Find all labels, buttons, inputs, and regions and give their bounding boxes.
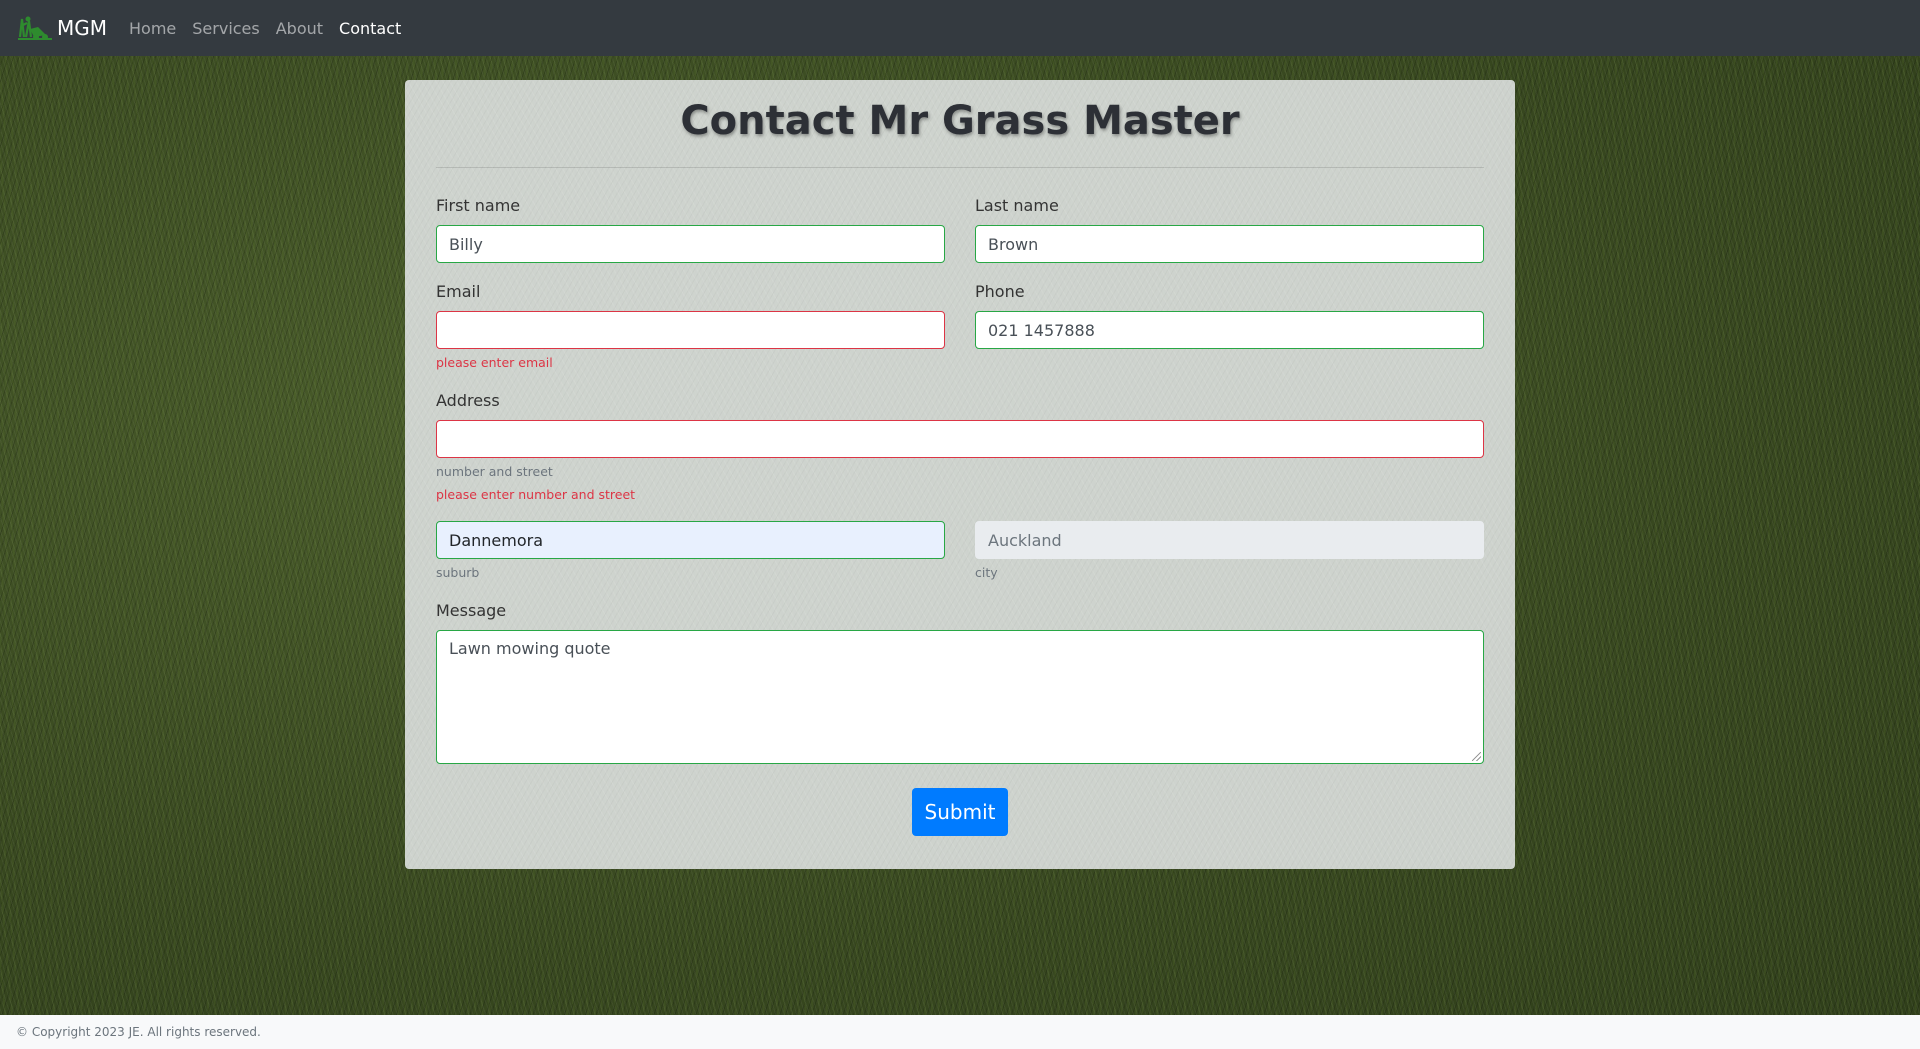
address-input[interactable]: [436, 420, 1484, 458]
email-error: please enter email: [436, 355, 553, 370]
message-textarea[interactable]: Lawn mowing quote: [436, 630, 1484, 764]
suburb-help: suburb: [436, 565, 480, 580]
last-name-label: Last name: [975, 196, 1059, 215]
page-title: Contact Mr Grass Master: [680, 98, 1240, 144]
address-help: number and street: [436, 464, 553, 479]
copyright-text: © Copyright 2023 JE. All rights reserved…: [16, 1025, 261, 1039]
address-error: please enter number and street: [436, 487, 636, 502]
address-label: Address: [436, 391, 500, 410]
navbar: MGM Home Services About Contact: [0, 0, 1920, 56]
nav-contact[interactable]: Contact: [339, 19, 401, 38]
nav-services[interactable]: Services: [192, 19, 259, 38]
divider: [436, 167, 1484, 168]
phone-input[interactable]: 021 1457888: [975, 311, 1484, 349]
contact-form-card: Contact Mr Grass Master First name Billy…: [405, 80, 1515, 869]
lawn-mower-icon: [18, 16, 52, 40]
city-input: Auckland: [975, 521, 1484, 559]
city-help: city: [975, 565, 998, 580]
brand-text: MGM: [57, 16, 108, 40]
phone-label: Phone: [975, 282, 1025, 301]
message-text: Lawn mowing quote: [449, 639, 611, 658]
message-label: Message: [436, 601, 507, 620]
footer: © Copyright 2023 JE. All rights reserved…: [0, 1015, 1920, 1049]
first-name-input[interactable]: Billy: [436, 225, 945, 263]
first-name-label: First name: [436, 196, 521, 215]
brand-link[interactable]: MGM: [16, 15, 107, 41]
submit-button[interactable]: Submit: [912, 788, 1008, 836]
resize-handle-icon[interactable]: [1472, 752, 1481, 761]
nav-about[interactable]: About: [276, 19, 323, 38]
suburb-input[interactable]: Dannemora: [436, 521, 945, 559]
email-input[interactable]: [436, 311, 945, 349]
last-name-input[interactable]: Brown: [975, 225, 1484, 263]
email-label: Email: [436, 282, 481, 301]
nav-home[interactable]: Home: [129, 19, 176, 38]
